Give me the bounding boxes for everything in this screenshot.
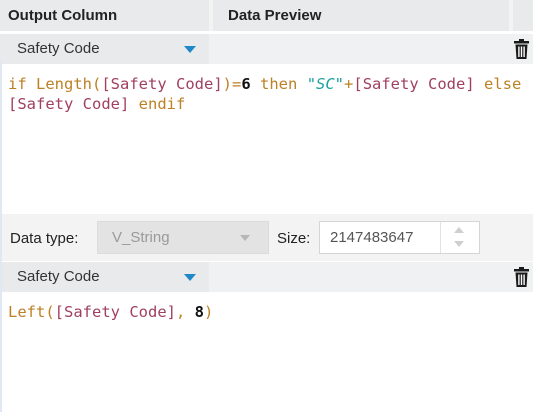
expr-token: Length (36, 75, 92, 93)
output-field-dropdown[interactable]: Safety Code (0, 262, 209, 292)
expr-token: then (250, 75, 307, 93)
output-column-header[interactable]: Output Column (0, 0, 209, 31)
output-field-value: Safety Code (17, 268, 100, 285)
size-label: Size: (277, 230, 311, 247)
expr-token: "SC" (306, 75, 345, 93)
expr-token: [Safety Code] (101, 75, 223, 93)
left-border (0, 61, 2, 412)
data-type-row: Data type: V_String Size: 2147483647 (0, 214, 533, 261)
expr-token: , (176, 303, 195, 321)
expr-token: 6 (241, 75, 251, 93)
grid-header: Output Column Data Preview (0, 0, 533, 31)
data-type-value: V_String (112, 229, 170, 246)
expr-token: )= (222, 75, 242, 93)
chevron-down-icon[interactable] (240, 235, 250, 241)
chevron-down-icon[interactable] (184, 46, 196, 53)
expr-token: ( (92, 75, 102, 93)
expr-token: else (474, 75, 522, 93)
spinner-down-icon[interactable] (454, 241, 464, 247)
row-2-field-bar: Safety Code (0, 262, 533, 292)
data-type-label: Data type: (10, 230, 79, 247)
expr-token: endif (129, 95, 186, 113)
output-field-value: Safety Code (17, 40, 100, 57)
expr-token: if (8, 75, 36, 93)
size-stepper[interactable]: 2147483647 (319, 221, 480, 254)
expr-token: Left (8, 303, 46, 321)
data-preview-header[interactable]: Data Preview (213, 0, 509, 31)
trash-icon[interactable] (514, 39, 529, 59)
expr-token: ( (45, 303, 55, 321)
expression-editor-1[interactable]: if Length([Safety Code])=6 then "SC"+[Sa… (0, 68, 533, 214)
expr-token: [Safety Code] (54, 303, 176, 321)
size-value: 2147483647 (330, 229, 414, 246)
chevron-down-icon[interactable] (184, 274, 196, 281)
spinner-up-icon[interactable] (454, 227, 464, 233)
data-type-dropdown[interactable]: V_String (97, 221, 269, 254)
expr-token: 8 (194, 303, 205, 321)
row-1-field-bar: Safety Code (0, 34, 533, 64)
expr-token: + (344, 75, 354, 93)
spinner (440, 222, 479, 253)
header-spacer (513, 0, 533, 31)
expression-editor-2[interactable]: Left([Safety Code], 8) (0, 296, 533, 412)
expr-token: ) (204, 303, 214, 321)
output-field-dropdown[interactable]: Safety Code (0, 34, 209, 64)
expr-token: [Safety Code] (353, 75, 475, 93)
trash-icon[interactable] (514, 267, 529, 287)
expr-token: [Safety Code] (8, 95, 130, 113)
